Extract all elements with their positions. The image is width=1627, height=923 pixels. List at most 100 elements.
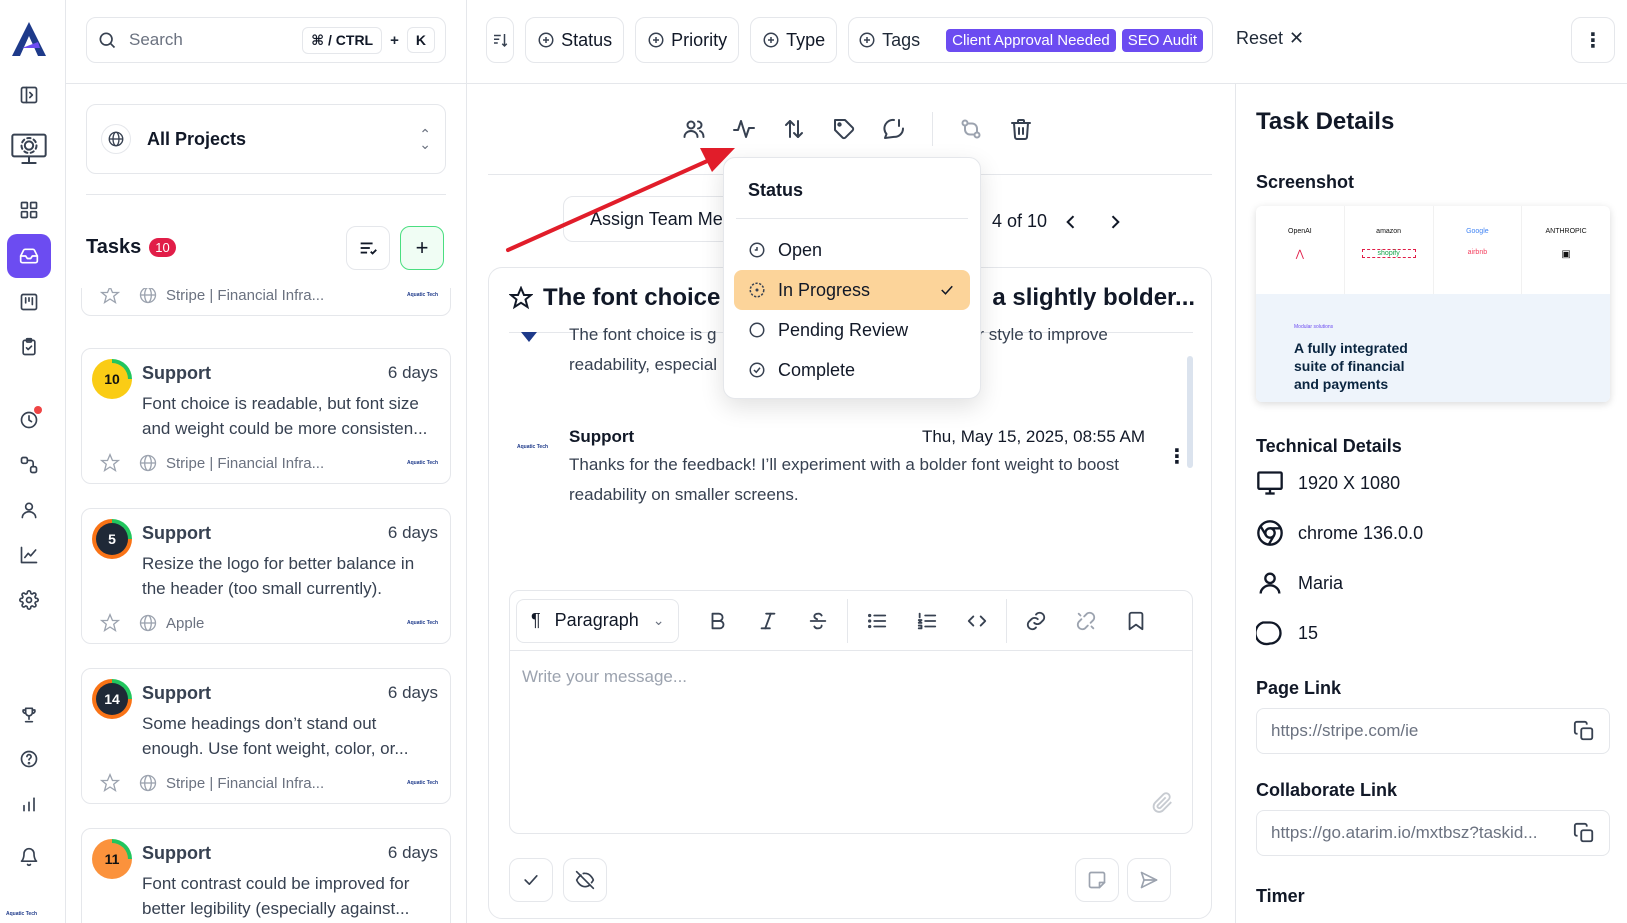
- mark-complete-button[interactable]: [509, 858, 553, 902]
- workflow-icon[interactable]: [7, 443, 51, 487]
- status-filter-button[interactable]: Status: [525, 17, 625, 63]
- assign-team-button[interactable]: Assign Team Members: [563, 196, 733, 242]
- clipboard-check-icon[interactable]: [7, 325, 51, 369]
- priority-filter-button[interactable]: Priority: [635, 17, 740, 63]
- bookmark-button[interactable]: [1111, 599, 1161, 643]
- tags-filter-button[interactable]: Tags Client Approval Needed SEO Audit: [848, 17, 1213, 63]
- browser-row: chrome 136.0.0: [1256, 519, 1423, 547]
- sticky-note-button[interactable]: [1075, 858, 1119, 902]
- star-icon[interactable]: [509, 286, 533, 310]
- status-option-label: In Progress: [778, 279, 871, 300]
- priority-arrows-icon[interactable]: [782, 117, 806, 141]
- add-task-button[interactable]: +: [400, 226, 444, 270]
- logo-cell: OpenAI ⋀: [1256, 206, 1345, 294]
- page-link-field[interactable]: https://stripe.com/ie: [1256, 708, 1610, 754]
- unlink-icon: [1077, 611, 1096, 630]
- help-icon[interactable]: [7, 737, 51, 781]
- board-icon[interactable]: [7, 280, 51, 324]
- type-filter-button[interactable]: Type: [750, 17, 838, 63]
- strikethrough-button[interactable]: [793, 599, 843, 643]
- list-item[interactable]: 5 Support 6 days Resize the logo for better…: [81, 508, 451, 644]
- bell-icon[interactable]: [7, 835, 51, 879]
- list-item[interactable]: 11 Support 6 days Font contrast could be im…: [81, 828, 451, 923]
- website-settings-icon[interactable]: [5, 124, 53, 172]
- reset-filters-button[interactable]: Reset ✕: [1236, 28, 1304, 49]
- unlink-button[interactable]: [1061, 599, 1111, 643]
- attach-button[interactable]: [1152, 792, 1174, 819]
- numbered-list-button[interactable]: [902, 599, 952, 643]
- logo-text: shopify: [1361, 249, 1416, 258]
- star-icon[interactable]: [100, 288, 120, 305]
- task-pager: 4 of 10: [992, 211, 1125, 232]
- tag-icon[interactable]: [832, 117, 856, 141]
- merge-icon[interactable]: [959, 117, 983, 141]
- analytics-icon[interactable]: [7, 533, 51, 577]
- comments-scrollbar[interactable]: [1187, 356, 1193, 468]
- status-option-open[interactable]: Open: [734, 230, 970, 270]
- user-icon[interactable]: [7, 488, 51, 532]
- send-icon: [1140, 871, 1158, 889]
- collaborate-link-field[interactable]: https://go.atarim.io/mxtbsz?taskid...: [1256, 810, 1610, 856]
- search-bar[interactable]: Search ⌘ / CTRL + K: [86, 17, 446, 63]
- list-item[interactable]: 14 Support 6 days Some headings don’t stand…: [81, 668, 451, 804]
- link-button[interactable]: [1011, 599, 1061, 643]
- message-input[interactable]: Write your message...: [522, 667, 687, 687]
- status-activity-icon[interactable]: [732, 117, 756, 141]
- task-number: 11: [104, 851, 120, 867]
- italic-button[interactable]: [743, 599, 793, 643]
- list-item[interactable]: 10 Support 6 days Font choice is readable, …: [81, 348, 451, 484]
- chevron-right-icon[interactable]: [1105, 212, 1125, 232]
- list-filter-icon: [360, 242, 377, 255]
- clock-icon[interactable]: [7, 398, 51, 442]
- star-icon[interactable]: [100, 613, 120, 633]
- internal-note-button[interactable]: [563, 858, 607, 902]
- trophy-icon[interactable]: [7, 693, 51, 737]
- code-icon: [968, 615, 987, 626]
- plus-circle-icon: [648, 32, 664, 48]
- tag-chip-client-approval[interactable]: Client Approval Needed: [946, 28, 1116, 52]
- star-icon[interactable]: [100, 773, 120, 793]
- filter-list-button[interactable]: [346, 226, 390, 270]
- status-option-in-progress[interactable]: In Progress: [734, 270, 970, 310]
- brand-logo-small: Aquatic Tech: [406, 460, 438, 466]
- paragraph-select[interactable]: ¶ Paragraph ⌄: [516, 598, 680, 643]
- assign-users-icon[interactable]: [682, 117, 706, 141]
- toggle-sidebar-icon[interactable]: [7, 73, 51, 117]
- inbox-icon[interactable]: [7, 234, 51, 278]
- task-project: Stripe | Financial Infra...: [166, 454, 325, 472]
- dashboard-grid-icon[interactable]: [7, 188, 51, 232]
- more-options-button[interactable]: ⋮: [1571, 17, 1615, 63]
- screenshot-headline: A fully integrated suite of financial an…: [1294, 340, 1408, 392]
- task-project: Stripe | Financial Infra...: [166, 774, 325, 792]
- copy-icon[interactable]: [1573, 822, 1595, 844]
- app-logo-icon[interactable]: [8, 18, 50, 58]
- send-button[interactable]: [1127, 858, 1171, 902]
- bar-chart-icon[interactable]: [7, 782, 51, 826]
- copy-icon[interactable]: [1573, 720, 1595, 742]
- bullet-list-button[interactable]: [852, 599, 902, 643]
- trash-icon[interactable]: [1009, 117, 1033, 141]
- screenshot-thumbnail[interactable]: OpenAI ⋀ amazon shopify Google airbnb ANTHR…: [1256, 206, 1610, 402]
- status-option-complete[interactable]: Complete: [734, 350, 970, 390]
- comment-more-icon[interactable]: ⋮: [1167, 444, 1187, 469]
- status-option-pending-review[interactable]: Pending Review: [734, 310, 970, 350]
- list-item[interactable]: Stripe | Financial Infra... Aquatic Tech: [81, 288, 451, 316]
- project-selector[interactable]: All Projects ⌃ ⌄: [86, 104, 446, 174]
- collaborate-link-value: https://go.atarim.io/mxtbsz?taskid...: [1271, 823, 1538, 842]
- numbered-list-icon: [918, 612, 937, 629]
- priority-filter-label: Priority: [671, 29, 728, 50]
- globe-icon: [139, 614, 157, 632]
- search-input[interactable]: Search: [129, 30, 302, 50]
- flag-chat-icon[interactable]: [882, 117, 906, 141]
- sort-button[interactable]: [486, 17, 515, 63]
- plus-circle-icon: [859, 32, 875, 48]
- task-toolbar: [682, 112, 1033, 146]
- code-button[interactable]: [952, 599, 1002, 643]
- bold-button[interactable]: [693, 599, 743, 643]
- clock-icon: [749, 242, 765, 258]
- star-icon[interactable]: [100, 453, 120, 473]
- chevron-left-icon[interactable]: [1061, 212, 1081, 232]
- tag-chip-seo-audit[interactable]: SEO Audit: [1121, 28, 1203, 52]
- settings-gear-icon[interactable]: [7, 578, 51, 622]
- screenshot-hero: Modular solutions A fully integrated sui…: [1256, 294, 1610, 402]
